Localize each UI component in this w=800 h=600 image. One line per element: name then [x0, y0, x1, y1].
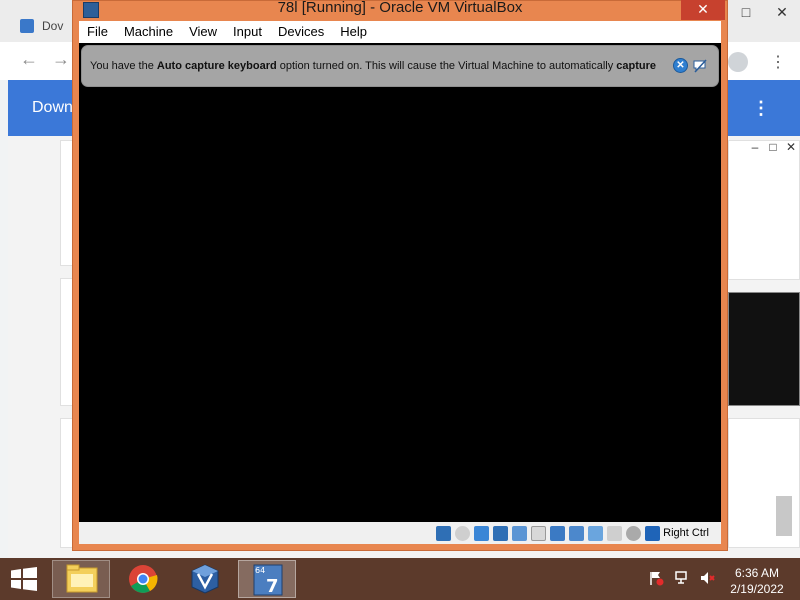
- browser-maximize-button[interactable]: □: [728, 0, 764, 24]
- notice-close-icon[interactable]: ✕: [673, 58, 688, 73]
- menu-input[interactable]: Input: [225, 21, 270, 43]
- menu-machine[interactable]: Machine: [116, 21, 181, 43]
- menu-devices[interactable]: Devices: [270, 21, 332, 43]
- back-arrow-icon[interactable]: ←: [20, 49, 38, 70]
- browser-tab[interactable]: Dov: [20, 12, 76, 40]
- clock-date: 2/19/2022: [730, 582, 784, 596]
- profile-avatar-icon[interactable]: [728, 52, 748, 72]
- audio-icon[interactable]: [474, 525, 490, 541]
- forward-arrow-icon[interactable]: →: [52, 49, 70, 70]
- video-preview[interactable]: [728, 292, 800, 406]
- taskbar-chrome[interactable]: [114, 560, 172, 598]
- auto-capture-notice: You have the Auto capture keyboard optio…: [81, 45, 719, 87]
- cpu-icon[interactable]: [588, 525, 604, 541]
- page-menu-icon[interactable]: ⋮: [752, 98, 770, 119]
- menu-view[interactable]: View: [181, 21, 225, 43]
- menu-help[interactable]: Help: [332, 21, 375, 43]
- menu-file[interactable]: File: [79, 21, 116, 43]
- taskbar-vm-window[interactable]: 64 7: [238, 560, 296, 598]
- clock-time: 6:36 AM: [734, 566, 780, 580]
- vm-status-bar: Right Ctrl: [79, 522, 721, 544]
- svg-text:7: 7: [266, 576, 279, 597]
- vm-display[interactable]: You have the Auto capture keyboard optio…: [79, 43, 721, 522]
- browser-close-button[interactable]: ✕: [764, 0, 800, 24]
- shared-folders-icon[interactable]: [531, 525, 547, 541]
- network-icon[interactable]: [493, 525, 509, 541]
- scrollbar-thumb[interactable]: [776, 496, 792, 536]
- side-minimize-button[interactable]: –: [746, 140, 764, 164]
- video-capture-icon[interactable]: [569, 525, 585, 541]
- hard-disk-icon[interactable]: [436, 525, 452, 541]
- system-tray: [648, 570, 716, 586]
- host-key-icon[interactable]: [645, 525, 661, 541]
- windows-start-icon[interactable]: [10, 567, 38, 591]
- virtualbox-icon: [191, 564, 219, 594]
- taskbar-virtualbox-manager[interactable]: [176, 560, 234, 598]
- usb-icon[interactable]: [512, 525, 528, 541]
- notice-text: You have the Auto capture keyboard optio…: [90, 60, 657, 72]
- page-banner-title: Down: [32, 99, 73, 116]
- host-key-label: Right Ctrl: [663, 527, 709, 539]
- side-maximize-button[interactable]: □: [764, 140, 782, 164]
- browser-tab-title: Dov: [42, 19, 64, 33]
- action-center-flag-icon[interactable]: [648, 570, 664, 586]
- tab-favicon-icon: [20, 19, 34, 33]
- vm-menu-bar: File Machine View Input Devices Help: [79, 21, 721, 43]
- folder-icon: [66, 564, 98, 593]
- volume-muted-icon[interactable]: [700, 570, 716, 586]
- notice-mute-icon[interactable]: [692, 58, 708, 74]
- keyboard-capture-icon[interactable]: [626, 525, 642, 541]
- virtualbox-vm-window: 78l [Running] - Oracle VM VirtualBox ✕ F…: [72, 0, 728, 551]
- browser-menu-icon[interactable]: ⋮: [770, 52, 786, 72]
- mouse-integration-icon[interactable]: [607, 525, 623, 541]
- optical-drive-icon[interactable]: [455, 525, 471, 541]
- svg-text:64: 64: [255, 566, 265, 575]
- vm-title-bar[interactable]: 78l [Running] - Oracle VM VirtualBox ✕: [73, 0, 727, 21]
- display-icon[interactable]: [550, 525, 566, 541]
- side-panel-controls: – □ ✕: [728, 140, 800, 164]
- windows7-vm-icon: 64 7: [253, 564, 283, 597]
- taskbar-file-explorer[interactable]: [52, 560, 110, 598]
- side-close-button[interactable]: ✕: [782, 140, 800, 164]
- network-icon[interactable]: [674, 570, 690, 586]
- chrome-icon: [129, 565, 158, 593]
- vm-window-title: 78l [Running] - Oracle VM VirtualBox: [277, 0, 523, 16]
- vm-close-button[interactable]: ✕: [681, 0, 725, 20]
- taskbar-clock[interactable]: 6:36 AM 2/19/2022: [724, 565, 790, 597]
